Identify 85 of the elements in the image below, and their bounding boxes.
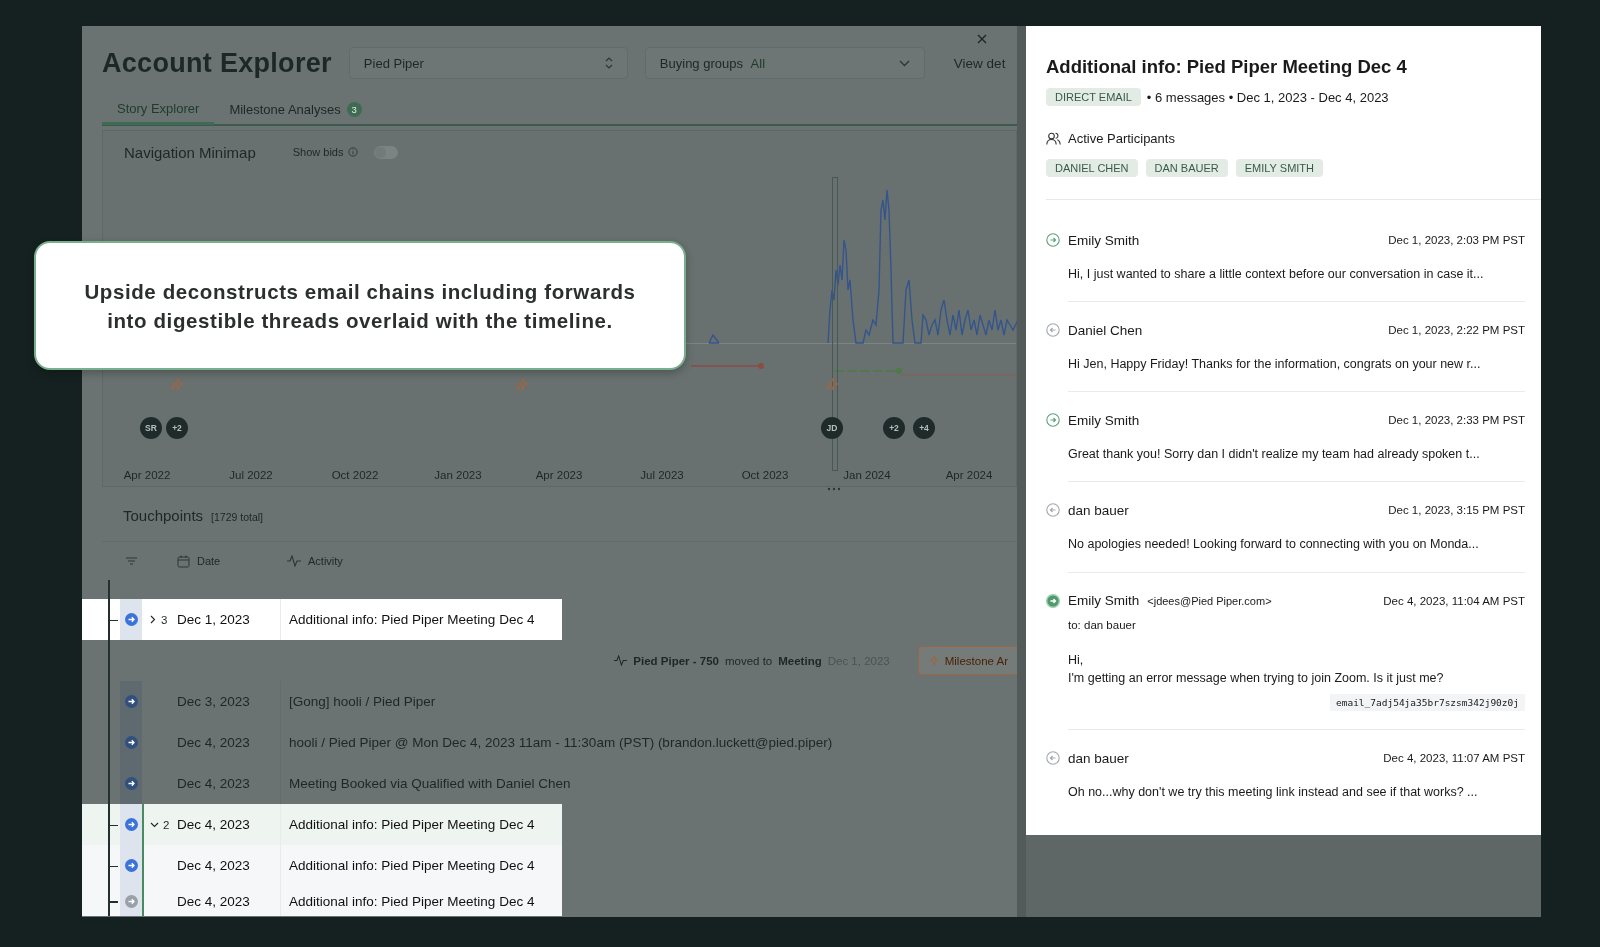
axis-label: Jan 2024 (843, 469, 891, 481)
sender-name: Daniel Chen (1068, 322, 1143, 338)
axis-label: Apr 2023 (535, 469, 583, 481)
deal-name: Pied Piper - 750 (633, 654, 719, 667)
calendar-icon (177, 554, 190, 568)
axis-label: Jul 2022 (229, 469, 273, 481)
section-title: Touchpoints (123, 507, 204, 524)
message-preview: Hi, I just wanted to share a little context before our conversation in case it... (1068, 266, 1485, 283)
activity-cell-text: Additional info: Pied Piper Meeting Dec 4 (288, 816, 536, 834)
count-badge: 3 (346, 101, 362, 117)
table-row[interactable]: 2 Dec 4, 2023 Additional info: Pied Piper Meeting Dec 4 (82, 804, 562, 845)
activity-cell-text: [Gong] hooli / Pied Piper (288, 693, 436, 711)
activity-cell-text: hooli / Pied Piper @ Mon Dec 4, 2023 11am - 11:30am (PST) (brandon.luckett@pied.piper) (288, 734, 833, 752)
close-icon[interactable] (976, 34, 987, 44)
filter-icon[interactable] (125, 557, 137, 565)
message-preview: Hi, I'm getting an error message when trying to join Zoom. Is it just me? (1068, 651, 1445, 688)
recipient-text: to: dan bauer (1068, 618, 1137, 631)
message-time: Dec 1, 2023, 2:33 PM PST (1388, 414, 1525, 427)
activity-icon (614, 655, 628, 666)
show-bids-label: Show bids (292, 146, 344, 158)
axis-label: Jan 2023 (434, 469, 482, 481)
avatar[interactable]: JD (821, 417, 843, 439)
avatar[interactable]: +2 (166, 417, 188, 439)
message-preview: Hi Jen, Happy Friday! Thanks for the information, congrats on your new r... (1068, 356, 1482, 374)
info-icon (347, 147, 358, 157)
message-time: Dec 1, 2023, 2:03 PM PST (1388, 234, 1525, 246)
thread-count: 3 (161, 613, 168, 626)
axis-label: Jul 2023 (640, 469, 684, 481)
date-cell: Dec 4, 2023 (177, 722, 281, 763)
page-title: Account Explorer (102, 47, 332, 79)
message-preview: No apologies needed! Looking forward to connecting with you on Monda... (1068, 536, 1480, 554)
sparkle-icon (170, 377, 184, 391)
thread-title: Additional info: Pied Piper Meeting Dec 4 (1046, 56, 1408, 78)
activity-cell-text: Meeting Booked via Qualified with Daniel Chen (288, 775, 571, 793)
channel-tag: DIRECT EMAIL (1046, 88, 1141, 106)
message-time: Dec 4, 2023, 11:07 AM PST (1383, 752, 1525, 764)
sparkle-icon (515, 377, 529, 391)
sender-name: Emily Smith (1068, 232, 1140, 248)
avatar[interactable]: SR (140, 417, 162, 439)
chevron-down-icon[interactable] (150, 820, 159, 829)
email-id: email_7adj54ja35br7szsm342j90z0j (1329, 694, 1525, 711)
message-time: Dec 1, 2023, 3:15 PM PST (1388, 504, 1525, 517)
thread-count: 2 (163, 818, 170, 831)
chevron-down-icon (898, 59, 910, 67)
thread-summary: • 6 messages • Dec 1, 2023 - Dec 4, 2023 (1146, 89, 1389, 105)
date-cell: Dec 4, 2023 (177, 886, 281, 916)
sparkle-icon (825, 377, 839, 391)
people-icon (1046, 132, 1061, 145)
message-time: Dec 1, 2023, 2:22 PM PST (1388, 324, 1525, 337)
activity-cell-text: Additional info: Pied Piper Meeting Dec 4 (288, 892, 536, 911)
activity-cell-text: Additional info: Pied Piper Meeting Dec 4 (288, 611, 536, 629)
milestone-text: moved to (724, 654, 773, 667)
activity-cell-text: Additional info: Pied Piper Meeting Dec 4 (288, 857, 536, 875)
message-preview: Great thank you! Sorry dan I didn't realize my team had already spoken t... (1068, 446, 1481, 464)
sender-name: dan bauer (1068, 502, 1129, 518)
sender-name: Emily Smith (1068, 412, 1140, 428)
date-cell: Dec 3, 2023 (177, 681, 281, 722)
sender-name: Emily Smith (1068, 593, 1140, 608)
axis-label: Apr 2024 (945, 469, 993, 481)
drag-handle-icon[interactable] (827, 487, 841, 491)
avatar[interactable]: +2 (883, 417, 905, 439)
chevron-right-icon[interactable] (148, 615, 157, 624)
sparkle-icon (927, 655, 939, 666)
activity-icon (287, 555, 301, 567)
updown-chevron-icon (604, 57, 613, 69)
total-count: [1729 total] (211, 511, 264, 523)
callout-text: Upside deconstructs email chains including forwards into digestible threads overlaid with the timeline. (83, 278, 637, 334)
axis-label: Oct 2023 (741, 469, 789, 481)
axis-label: Apr 2022 (123, 469, 171, 481)
date-cell: Dec 1, 2023 (177, 599, 281, 640)
table-row[interactable]: Dec 4, 2023 Additional info: Pied Piper Meeting Dec 4 (82, 845, 562, 886)
table-row[interactable]: Dec 4, 2023 Additional info: Pied Piper Meeting Dec 4 (82, 886, 562, 916)
participants-label: Active Participants (1068, 131, 1175, 146)
panel-title: Navigation Minimap (124, 143, 256, 161)
sender-name: dan bauer (1068, 750, 1129, 766)
axis-label: Oct 2022 (331, 469, 379, 481)
message-time: Dec 4, 2023, 11:04 AM PST (1383, 594, 1525, 607)
table-row[interactable]: 3 Dec 1, 2023 Additional info: Pied Piper Meeting Dec 4 (82, 599, 562, 640)
stage-name: Meeting (778, 654, 822, 667)
participant-tag[interactable]: EMILY SMITH (1235, 159, 1324, 177)
message-preview: Oh no...why don't we try this meeting link instead and see if that works? ... (1068, 784, 1479, 801)
participant-tag[interactable]: DANIEL CHEN (1046, 159, 1138, 177)
participant-tag[interactable]: DAN BAUER (1145, 159, 1228, 177)
sender-email: <jdees@Pied Piper.com> (1147, 594, 1272, 607)
avatar[interactable]: +4 (913, 417, 935, 439)
